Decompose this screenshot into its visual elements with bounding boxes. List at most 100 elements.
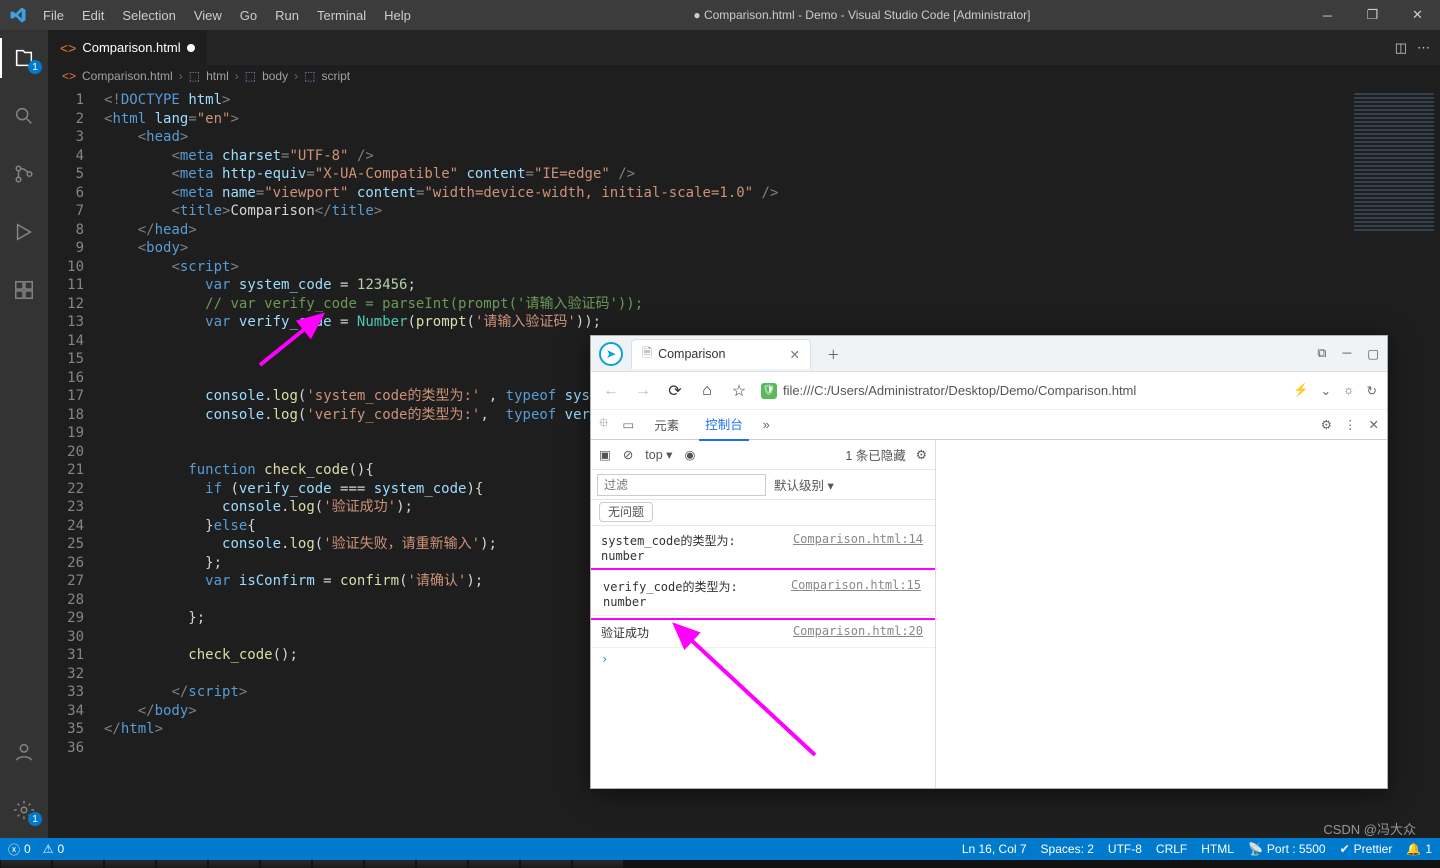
editor-tabs: <> Comparison.html ◫ ⋯ [48,30,1440,65]
breadcrumb-file[interactable]: Comparison.html [82,69,173,83]
chevron-down-icon[interactable]: ⌄ [1321,383,1331,398]
menu-terminal[interactable]: Terminal [309,4,374,27]
breadcrumb-item[interactable]: script [321,69,350,83]
live-expression-icon[interactable]: ◉ [684,447,695,462]
console-log-row[interactable]: verify_code的类型为:numberComparison.html:15 [593,572,933,616]
browser-maximize-button[interactable]: ▢ [1367,346,1379,361]
breadcrumb-item[interactable]: html [206,69,229,83]
console-issues: 无问题 [591,500,935,526]
vscode-logo-icon [0,6,35,24]
browser-address-bar: ← → ⟳ ⌂ ☆ 🛡 file:///C:/Users/Administrat… [591,372,1387,410]
devtools-close-icon[interactable]: ✕ [1369,417,1379,432]
url-text: file:///C:/Users/Administrator/Desktop/D… [783,383,1136,398]
menu-file[interactable]: File [35,4,72,27]
brightness-icon[interactable]: ☼ [1343,383,1354,398]
menu-bar: FileEditSelectionViewGoRunTerminalHelp [35,4,419,27]
menu-edit[interactable]: Edit [74,4,112,27]
source-control-icon[interactable] [0,154,48,194]
devtools-side-panel [936,440,1387,788]
search-icon[interactable] [0,96,48,136]
devtools-tabs: ⯐ ▭ 元素 控制台 » ⚙ ⋮ ✕ [591,410,1387,440]
menu-help[interactable]: Help [376,4,419,27]
explorer-badge: 1 [28,60,42,74]
status-language[interactable]: HTML [1201,842,1234,856]
nav-favorite-icon[interactable]: ☆ [729,381,749,401]
status-spaces[interactable]: Spaces: 2 [1041,842,1094,856]
nav-forward-icon[interactable]: → [633,382,653,400]
windows-taskbar[interactable] [0,860,1440,868]
menu-view[interactable]: View [186,4,230,27]
console-prompt[interactable]: › [591,648,935,670]
console-toolbar: ▣ ⊘ top ▾ ◉ 1 条已隐藏 ⚙ [591,440,935,470]
nav-reload-icon[interactable]: ⟳ [665,381,685,401]
devtools-settings-icon[interactable]: ⚙ [1321,417,1332,432]
console-settings-icon[interactable]: ⚙ [916,447,927,462]
console-output[interactable]: system_code的类型为:numberComparison.html:14… [591,526,935,788]
context-selector[interactable]: top ▾ [645,447,672,462]
split-editor-icon[interactable]: ◫ [1395,40,1407,56]
tab-close-icon[interactable]: ✕ [790,347,800,362]
html-file-icon: <> [60,40,76,56]
status-port[interactable]: 📡 Port : 5500 [1248,842,1326,856]
browser-tab[interactable]: 🗎 Comparison ✕ [631,339,811,369]
device-toggle-icon[interactable]: ▭ [622,417,634,432]
url-bar[interactable]: 🛡 file:///C:/Users/Administrator/Desktop… [761,383,1281,399]
console-sidebar-toggle-icon[interactable]: ▣ [599,447,611,462]
devtools-kebab-icon[interactable]: ⋮ [1344,417,1357,432]
extensions-icon[interactable] [0,270,48,310]
menu-go[interactable]: Go [232,4,265,27]
log-level-selector[interactable]: 默认级别 ▾ [774,475,834,494]
status-eol[interactable]: CRLF [1156,842,1187,856]
lightning-icon[interactable]: ⚡ [1293,383,1309,398]
new-tab-button[interactable]: ＋ [819,344,848,363]
console-log-row[interactable]: system_code的类型为:numberComparison.html:14 [591,526,935,570]
browser-minimize-button[interactable]: ─ [1342,346,1351,361]
console-source-link[interactable]: Comparison.html:15 [791,578,921,592]
window-minimize-button[interactable]: ─ [1305,0,1350,30]
tab-comparison[interactable]: <> Comparison.html [48,30,208,65]
nav-back-icon[interactable]: ← [601,382,621,400]
extensions-icon[interactable]: ⧉ [1317,346,1326,361]
page-file-icon: 🗎 [642,344,652,365]
tab-elements[interactable]: 元素 [648,409,685,440]
status-encoding[interactable]: UTF-8 [1108,842,1142,856]
more-actions-icon[interactable]: ⋯ [1417,40,1430,56]
console-filter-input[interactable] [597,474,766,496]
symbol-icon: ⬚ [245,69,256,83]
accounts-icon[interactable] [0,732,48,772]
nav-home-icon[interactable]: ⌂ [697,382,717,400]
editor-tab-actions: ◫ ⋯ [1385,30,1440,65]
explorer-icon[interactable]: 1 [0,38,48,78]
tab-console[interactable]: 控制台 [699,408,749,441]
more-tabs-icon[interactable]: » [763,418,770,432]
status-warnings[interactable]: ⚠ 0 [43,842,64,856]
status-prettier[interactable]: ✔ Prettier [1340,842,1393,856]
reload-icon[interactable]: ↻ [1367,383,1377,398]
browser-app-icon: ➤ [599,342,623,366]
hidden-count: 1 条已隐藏 [845,445,905,464]
console-source-link[interactable]: Comparison.html:20 [793,624,923,638]
window-close-button[interactable]: ✕ [1395,0,1440,30]
browser-devtools-window[interactable]: ➤ 🗎 Comparison ✕ ＋ ⧉ ─ ▢ ← → ⟳ ⌂ ☆ 🛡 fil… [590,335,1388,789]
status-cursor[interactable]: Ln 16, Col 7 [962,842,1027,856]
console-log-row[interactable]: 验证成功Comparison.html:20 [591,618,935,648]
inspect-icon[interactable]: ⯐ [599,414,608,435]
status-bar: ⓧ 0 ⚠ 0 Ln 16, Col 7 Spaces: 2 UTF-8 CRL… [0,838,1440,860]
status-errors[interactable]: ⓧ 0 [8,841,31,858]
breadcrumb-item[interactable]: body [262,69,288,83]
title-bar: FileEditSelectionViewGoRunTerminalHelp ●… [0,0,1440,30]
menu-run[interactable]: Run [267,4,307,27]
line-number-gutter: 1234567891011121314151617181920212223242… [48,87,98,838]
menu-selection[interactable]: Selection [114,4,183,27]
no-issues-badge[interactable]: 无问题 [599,502,653,522]
console-source-link[interactable]: Comparison.html:14 [793,532,923,546]
breadcrumb[interactable]: <> Comparison.html › ⬚ html › ⬚ body › ⬚… [48,65,1440,87]
window-maximize-button[interactable]: ❐ [1350,0,1395,30]
settings-gear-icon[interactable]: 1 [0,790,48,830]
site-security-icon: 🛡 [761,383,777,399]
status-notifications-icon[interactable]: 🔔1 [1406,842,1432,856]
run-debug-icon[interactable] [0,212,48,252]
console-clear-icon[interactable]: ⊘ [623,447,633,462]
watermark: CSDN @冯大众 [1323,819,1416,838]
console-filter-row: 默认级别 ▾ [591,470,935,500]
